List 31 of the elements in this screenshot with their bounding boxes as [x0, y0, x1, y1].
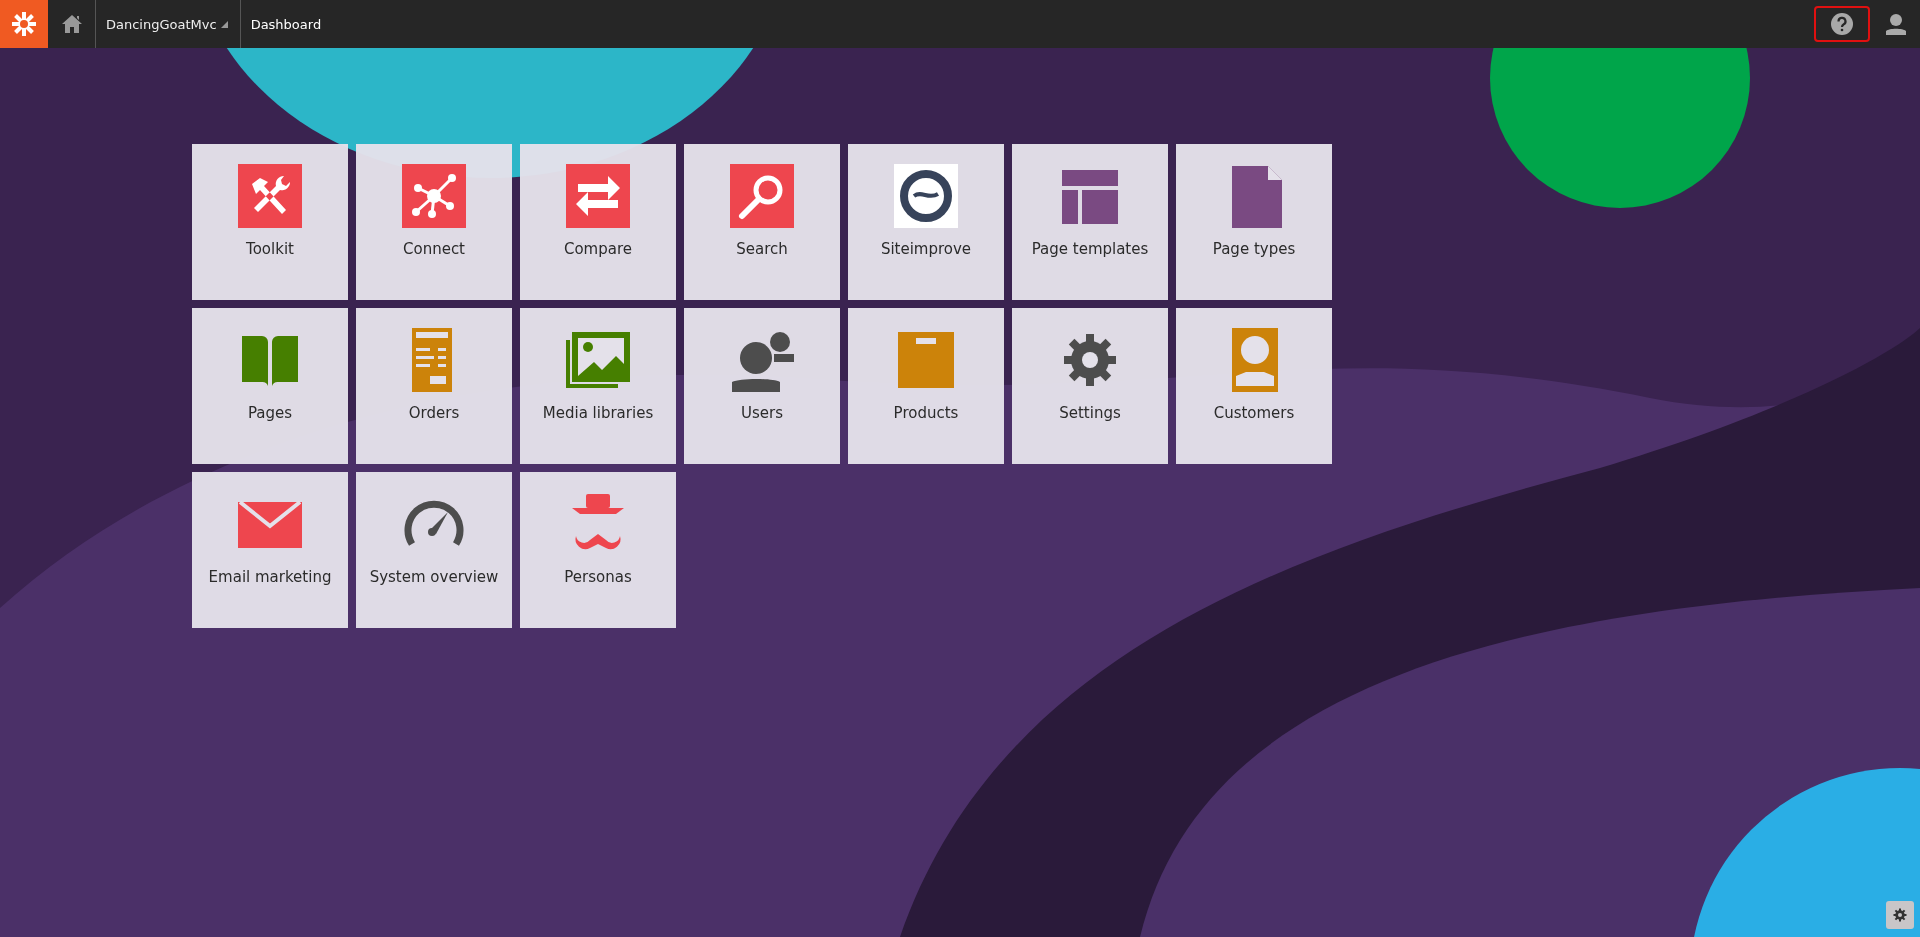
tile-icon [566, 164, 630, 228]
dashboard-tile[interactable]: Settings [1012, 308, 1168, 464]
home-icon [60, 14, 83, 34]
caret-icon [220, 20, 228, 28]
dashboard-tile[interactable]: Users [684, 308, 840, 464]
settings-icon [1892, 907, 1908, 923]
dashboard-tile[interactable]: Page types [1176, 144, 1332, 300]
dashboard-tile[interactable]: Personas [520, 472, 676, 628]
dashboard-tile[interactable]: Media libraries [520, 308, 676, 464]
dashboard-tile[interactable]: Siteimprove [848, 144, 1004, 300]
dashboard-tile[interactable]: Email marketing [192, 472, 348, 628]
user-icon [1885, 13, 1907, 35]
dashboard-tile[interactable]: Orders [356, 308, 512, 464]
tile-icon [402, 164, 466, 228]
tile-icon [894, 164, 958, 228]
dashboard-tile[interactable]: Search [684, 144, 840, 300]
breadcrumb: Dashboard [249, 15, 323, 34]
help-button[interactable] [1814, 6, 1870, 42]
dashboard-tile[interactable]: Connect [356, 144, 512, 300]
tile-icon [238, 164, 302, 228]
dashboard-tile[interactable]: Compare [520, 144, 676, 300]
help-icon [1831, 13, 1853, 35]
settings-button[interactable] [1886, 901, 1914, 929]
dashboard-tile[interactable]: Products [848, 308, 1004, 464]
dashboard-tile[interactable]: Customers [1176, 308, 1332, 464]
tile-icon [730, 164, 794, 228]
dashboard-tile[interactable]: Toolkit [192, 144, 348, 300]
dashboard-tile[interactable]: Page templates [1012, 144, 1168, 300]
dashboard-tile[interactable]: Pages [192, 308, 348, 464]
logo-icon[interactable] [0, 0, 48, 48]
dashboard-tile[interactable]: System overview [356, 472, 512, 628]
